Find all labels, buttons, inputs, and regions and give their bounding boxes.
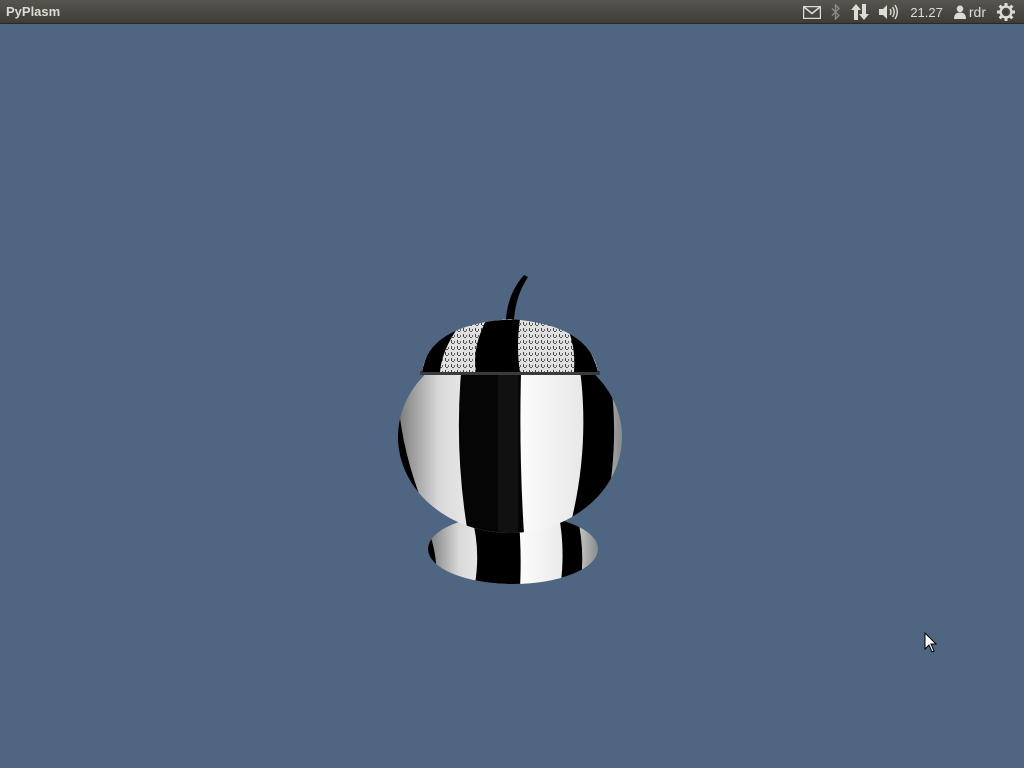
3d-viewport[interactable] bbox=[0, 24, 1024, 768]
user-name: rdr bbox=[968, 4, 986, 20]
top-panel: PyPlasm 21.27 rdr bbox=[0, 0, 1024, 24]
power-gear-icon[interactable] bbox=[992, 0, 1020, 24]
mouse-cursor-icon bbox=[924, 632, 938, 653]
network-arrows-icon[interactable] bbox=[846, 0, 874, 24]
person-icon bbox=[953, 5, 966, 19]
user-menu[interactable]: rdr bbox=[949, 0, 992, 24]
bluetooth-icon[interactable] bbox=[826, 0, 846, 24]
striped-bowl-model[interactable] bbox=[390, 249, 640, 594]
clock[interactable]: 21.27 bbox=[904, 0, 949, 24]
bowl-lid bbox=[422, 319, 598, 372]
indicator-area: 21.27 rdr bbox=[798, 0, 1020, 24]
app-title: PyPlasm bbox=[6, 4, 61, 19]
lid-stem bbox=[506, 275, 528, 319]
speaker-icon[interactable] bbox=[874, 0, 904, 24]
envelope-icon[interactable] bbox=[798, 0, 826, 24]
